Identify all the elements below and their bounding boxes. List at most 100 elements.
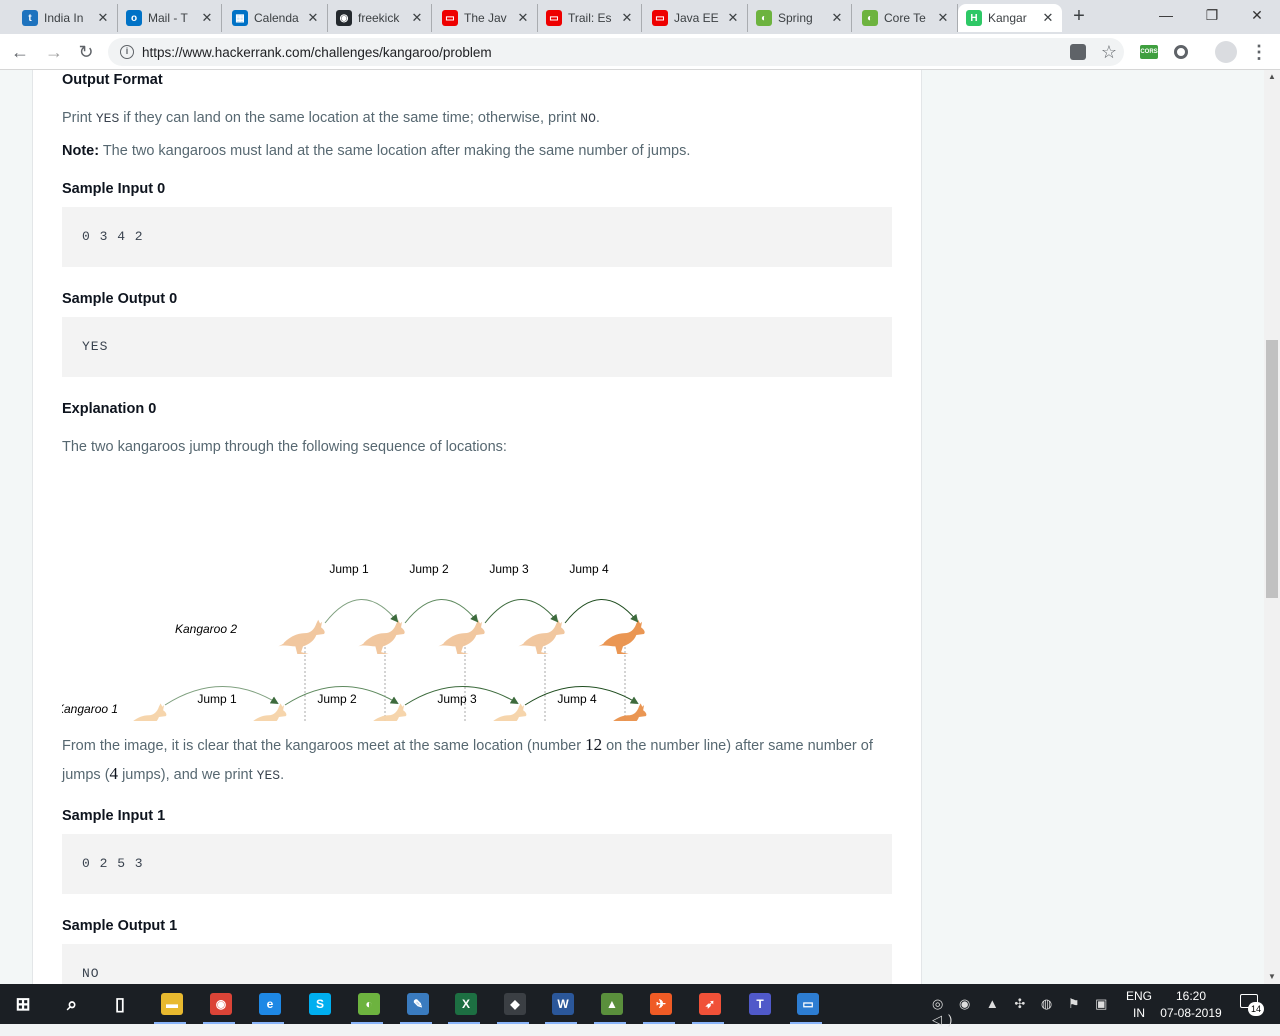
address-bar[interactable]: i https://www.hackerrank.com/challenges/…: [108, 38, 1124, 66]
taskbar-search-icon[interactable]: ⌕: [50, 988, 94, 1020]
kangaroo-2-label: Kangaroo 2: [175, 622, 237, 636]
tab-close-icon[interactable]: ✕: [515, 10, 531, 26]
tab-favicon-icon: ▦: [232, 10, 248, 26]
tab-close-icon[interactable]: ✕: [199, 10, 215, 26]
conclusion-part-3: jumps (: [62, 767, 110, 783]
scroll-up-arrow-icon[interactable]: ▲: [1264, 70, 1280, 84]
output-format-heading: Output Format: [62, 72, 163, 88]
conclusion-jumps: 4: [109, 764, 119, 783]
taskbar-chrome-icon[interactable]: ◉: [199, 988, 243, 1024]
tab-title: Core Te: [884, 11, 926, 25]
skype-icon: S: [309, 993, 331, 1015]
conclusion-text: From the image, it is clear that the kan…: [62, 731, 892, 790]
kangaroo-1-jump-label-2: Jump 2: [317, 692, 357, 706]
language-indicator[interactable]: ENG IN: [1122, 984, 1156, 1024]
tab-close-icon[interactable]: ✕: [95, 10, 111, 26]
tab-5[interactable]: ▭ The Jav ✕: [434, 4, 538, 32]
browser-toolbar: ← → ↻ i https://www.hackerrank.com/chall…: [0, 34, 1280, 70]
tab-title: Trail: Es: [568, 11, 612, 25]
note-text: Note: The two kangaroos must land at the…: [62, 143, 892, 159]
output-yes: YES: [95, 111, 120, 126]
notifications-button[interactable]: 14: [1236, 984, 1266, 1024]
tab-9[interactable]: ◐ Core Te ✕: [854, 4, 958, 32]
tab-close-icon[interactable]: ✕: [935, 10, 951, 26]
bookmark-star-icon[interactable]: ☆: [1100, 43, 1118, 61]
tab-4[interactable]: ◉ freekick ✕: [328, 4, 432, 32]
tab-close-icon[interactable]: ✕: [305, 10, 321, 26]
extension-circle-icon[interactable]: [1174, 45, 1188, 59]
taskbar-git-icon[interactable]: ◆: [493, 988, 537, 1024]
taskbar-swift-icon[interactable]: ➶: [688, 988, 732, 1024]
tab-2[interactable]: o Mail - T ✕: [118, 4, 222, 32]
taskbar-pen-tool-icon[interactable]: ✎: [396, 988, 440, 1024]
taskbar-spring-tool-icon[interactable]: ◐: [347, 988, 391, 1024]
tab-10[interactable]: H Kangar ✕: [958, 4, 1062, 32]
kangaroo-1-at-12: [604, 703, 647, 721]
tab-favicon-icon: t: [22, 10, 38, 26]
info-icon[interactable]: i: [120, 45, 134, 59]
window-close-button[interactable]: ✕: [1234, 4, 1280, 26]
url-text[interactable]: https://www.hackerrank.com/challenges/ka…: [142, 45, 492, 60]
taskbar-task-view-icon[interactable]: ▯: [98, 988, 142, 1020]
tab-favicon-icon: ◐: [756, 10, 772, 26]
sample-input-1-code: 0 2 5 3: [62, 834, 892, 894]
tab-3[interactable]: ▦ Calenda ✕: [224, 4, 328, 32]
reload-icon[interactable]: ↻: [74, 40, 98, 64]
tab-favicon-icon: ◉: [336, 10, 352, 26]
kangaroo-1-jump-label-1: Jump 1: [197, 692, 237, 706]
spring-tool-icon: ◐: [358, 993, 380, 1015]
notification-count: 14: [1248, 1002, 1264, 1016]
taskbar-remote-desktop-icon[interactable]: ▭: [786, 988, 830, 1024]
window-restore-button[interactable]: ❐: [1189, 4, 1235, 26]
menu-icon[interactable]: ⋮: [1250, 43, 1268, 61]
taskbar-teams-icon[interactable]: T: [738, 988, 782, 1020]
clock[interactable]: 16:20 07-08-2019: [1158, 984, 1224, 1024]
tab-8[interactable]: ◐ Spring ✕: [748, 4, 852, 32]
kangaroo-2-jump-arc-1: [324, 599, 399, 624]
tab-close-icon[interactable]: ✕: [725, 10, 741, 26]
tab-close-icon[interactable]: ✕: [829, 10, 845, 26]
tab-close-icon[interactable]: ✕: [1040, 10, 1056, 26]
tab-favicon-icon: ▭: [442, 10, 458, 26]
scroll-thumb[interactable]: [1266, 340, 1278, 598]
tab-title: Mail - T: [148, 11, 188, 25]
edge-icon: e: [259, 993, 281, 1015]
scroll-down-arrow-icon[interactable]: ▼: [1264, 970, 1280, 984]
tab-title: Spring: [778, 11, 813, 25]
taskbar-start-button[interactable]: ⊞: [0, 988, 46, 1020]
back-icon[interactable]: ←: [8, 40, 32, 64]
taskbar-chart-app-icon[interactable]: ▲: [590, 988, 634, 1024]
taskbar-word-icon[interactable]: W: [541, 988, 585, 1024]
tab-title: freekick: [358, 11, 400, 25]
tab-6[interactable]: ▭ Trail: Es ✕: [538, 4, 642, 32]
system-tray-icons[interactable]: ◎ ◉ ▲ ✣ ◍ ⚑ ▣ ◁): [932, 996, 1122, 1036]
cors-extension-icon[interactable]: CORS: [1140, 45, 1158, 59]
taskbar-skype-icon[interactable]: S: [298, 988, 342, 1020]
taskbar-file-explorer-icon[interactable]: ▬: [150, 988, 194, 1024]
tab-title: Calenda: [254, 11, 299, 25]
profile-avatar-icon[interactable]: [1215, 41, 1237, 63]
sample-input-0-code: 0 3 4 2: [62, 207, 892, 267]
tab-close-icon[interactable]: ✕: [409, 10, 425, 26]
tab-title: The Jav: [464, 11, 507, 25]
tab-close-icon[interactable]: ✕: [619, 10, 635, 26]
window-minimize-button[interactable]: —: [1143, 4, 1189, 26]
taskbar-edge-icon[interactable]: e: [248, 988, 292, 1024]
sample-input-1-heading: Sample Input 1: [62, 808, 166, 824]
forward-icon[interactable]: →: [42, 40, 66, 64]
search-icon: ⌕: [66, 993, 78, 1014]
taskbar-excel-icon[interactable]: X: [444, 988, 488, 1024]
new-tab-button[interactable]: +: [1068, 6, 1090, 28]
blocked-content-icon[interactable]: [1070, 44, 1086, 60]
tab-7[interactable]: ▭ Java EE ✕: [644, 4, 748, 32]
output-no: NO: [580, 111, 596, 126]
page-scrollbar[interactable]: ▲ ▼: [1264, 70, 1280, 984]
conclusion-number: 12: [585, 735, 603, 754]
taskbar-postman-icon[interactable]: ✈: [639, 988, 683, 1024]
tab-1[interactable]: t India In ✕: [14, 4, 118, 32]
kangaroo-2-at-8: [438, 619, 485, 654]
tab-title: Java EE: [674, 11, 719, 25]
chrome-icon: ◉: [210, 993, 232, 1015]
pen-tool-icon: ✎: [407, 993, 429, 1015]
excel-icon: X: [455, 993, 477, 1015]
